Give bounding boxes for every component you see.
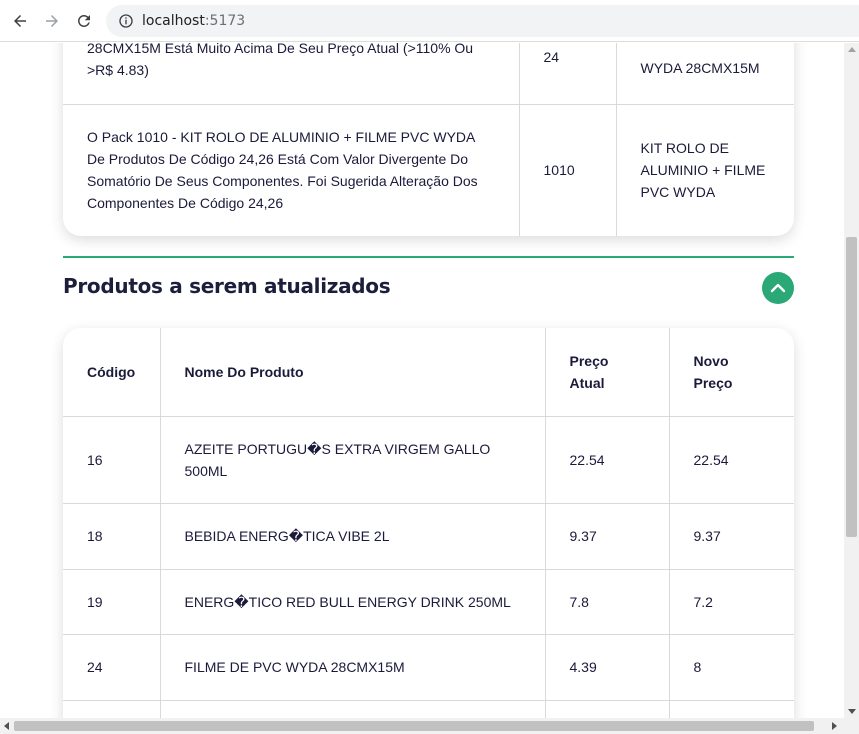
horizontal-scroll-thumb[interactable] xyxy=(14,721,814,731)
product-name: BEBIDA ENERG�TICA VIBE 2L xyxy=(159,502,546,570)
alert-message: O Pack 1010 - KIT ROLO DE ALUMINIO + FIL… xyxy=(63,103,520,236)
product-code: 19 xyxy=(63,568,161,635)
alert-message: 28CMX15M Está Muito Acima De Seu Preço A… xyxy=(63,43,520,105)
scroll-up-icon[interactable] xyxy=(848,47,856,52)
arrow-right-icon xyxy=(46,14,58,27)
table-row: 18 BEBIDA ENERG�TICA VIBE 2L 9.37 9.37 xyxy=(63,502,794,570)
header-code: Código xyxy=(63,328,161,417)
alert-code: 24 xyxy=(518,43,617,105)
info-icon xyxy=(119,14,133,28)
product-current-price: 4.39 xyxy=(544,633,670,701)
chevron-up-icon xyxy=(770,283,786,293)
url-host: localhost xyxy=(142,13,205,29)
product-new-price: 8 xyxy=(668,633,794,701)
table-row xyxy=(63,699,794,718)
section-title: Produtos a serem atualizados xyxy=(63,274,391,298)
horizontal-scrollbar[interactable] xyxy=(0,718,859,734)
product-code: 18 xyxy=(63,502,161,570)
products-table-card: Código Nome Do Produto Preço Atual Novo … xyxy=(63,328,794,718)
product-name xyxy=(159,699,546,718)
alert-product: KIT ROLO DE ALUMINIO + FILME PVC WYDA xyxy=(615,103,794,236)
reload-button[interactable] xyxy=(68,0,100,42)
alerts-table: 28CMX15M Está Muito Acima De Seu Preço A… xyxy=(63,43,794,236)
product-code xyxy=(63,699,161,718)
header-name: Nome Do Produto xyxy=(159,328,546,417)
product-code: 16 xyxy=(63,415,161,504)
collapse-section-button[interactable] xyxy=(762,272,794,304)
table-row: 28CMX15M Está Muito Acima De Seu Preço A… xyxy=(63,43,794,105)
table-row: 24 FILME DE PVC WYDA 28CMX15M 4.39 8 xyxy=(63,633,794,701)
product-new-price: 7.2 xyxy=(668,568,794,635)
scroll-left-icon[interactable] xyxy=(4,722,9,730)
scroll-right-icon[interactable] xyxy=(832,722,837,730)
vertical-scroll-thumb[interactable] xyxy=(846,237,857,537)
product-new-price: 22.54 xyxy=(668,415,794,504)
header-new-price: Novo Preço xyxy=(668,328,794,417)
product-name: AZEITE PORTUGU�S EXTRA VIRGEM GALLO 500M… xyxy=(159,415,546,504)
alert-code: 1010 xyxy=(518,103,617,236)
product-current-price xyxy=(544,699,670,718)
table-row: 16 AZEITE PORTUGU�S EXTRA VIRGEM GALLO 5… xyxy=(63,415,794,504)
reload-icon xyxy=(77,14,90,27)
vertical-scrollbar[interactable] xyxy=(844,43,859,718)
product-current-price: 7.8 xyxy=(544,568,670,635)
browser-toolbar: localhost:5173 xyxy=(0,0,859,42)
url-port: :5173 xyxy=(204,13,246,29)
header-current-price: Preço Atual xyxy=(544,328,670,417)
address-bar[interactable]: localhost:5173 xyxy=(106,5,859,37)
table-header-row: Código Nome Do Produto Preço Atual Novo … xyxy=(63,328,794,417)
product-current-price: 22.54 xyxy=(544,415,670,504)
arrow-left-icon xyxy=(14,14,26,27)
product-name: ENERG�TICO RED BULL ENERGY DRINK 250ML xyxy=(159,568,546,635)
alerts-table-card: 28CMX15M Está Muito Acima De Seu Preço A… xyxy=(63,43,794,236)
table-row: O Pack 1010 - KIT ROLO DE ALUMINIO + FIL… xyxy=(63,103,794,236)
product-new-price xyxy=(668,699,794,718)
back-button[interactable] xyxy=(4,0,36,42)
product-name: FILME DE PVC WYDA 28CMX15M xyxy=(159,633,546,701)
section-divider xyxy=(63,256,794,258)
alert-product: WYDA 28CMX15M xyxy=(615,43,794,105)
products-table: Código Nome Do Produto Preço Atual Novo … xyxy=(63,328,794,718)
page-viewport: 28CMX15M Está Muito Acima De Seu Preço A… xyxy=(0,43,844,718)
forward-button[interactable] xyxy=(36,0,68,42)
table-row: 19 ENERG�TICO RED BULL ENERGY DRINK 250M… xyxy=(63,568,794,635)
scroll-down-icon[interactable] xyxy=(848,709,856,714)
product-code: 24 xyxy=(63,633,161,701)
product-new-price: 9.37 xyxy=(668,502,794,570)
product-current-price: 9.37 xyxy=(544,502,670,570)
